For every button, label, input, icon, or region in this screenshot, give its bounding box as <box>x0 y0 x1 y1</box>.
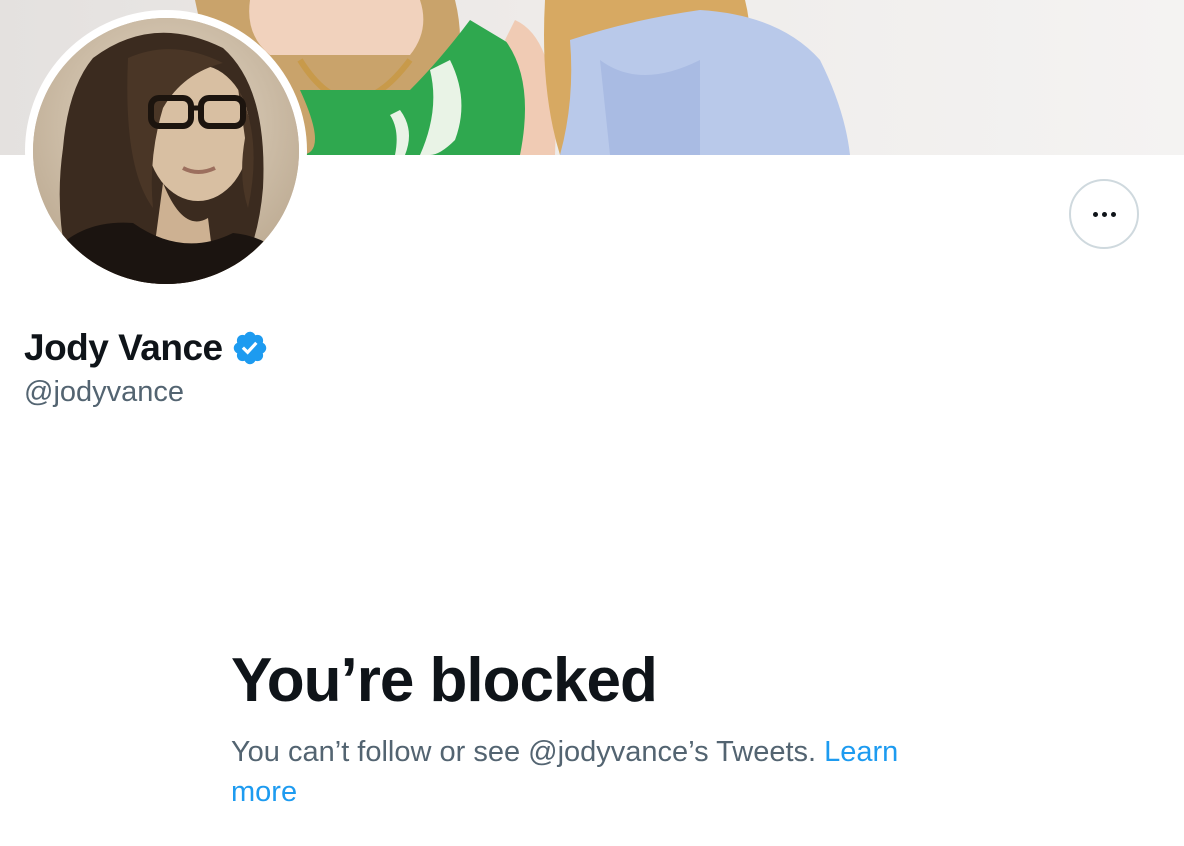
avatar[interactable] <box>33 18 299 284</box>
blocked-heading: You’re blocked <box>231 646 658 715</box>
blocked-message: You can’t follow or see @jodyvance’s Twe… <box>231 732 951 812</box>
avatar-photo <box>33 18 299 284</box>
blocked-message-text: You can’t follow or see @jodyvance’s Twe… <box>231 736 817 768</box>
profile-handle: @jodyvance <box>24 376 185 408</box>
display-name: Jody Vance <box>24 327 223 368</box>
more-horizontal-icon <box>1092 211 1116 217</box>
more-options-button[interactable] <box>1069 179 1139 249</box>
profile-name-row: Jody Vance <box>24 324 269 372</box>
verified-badge-icon[interactable] <box>231 329 269 367</box>
